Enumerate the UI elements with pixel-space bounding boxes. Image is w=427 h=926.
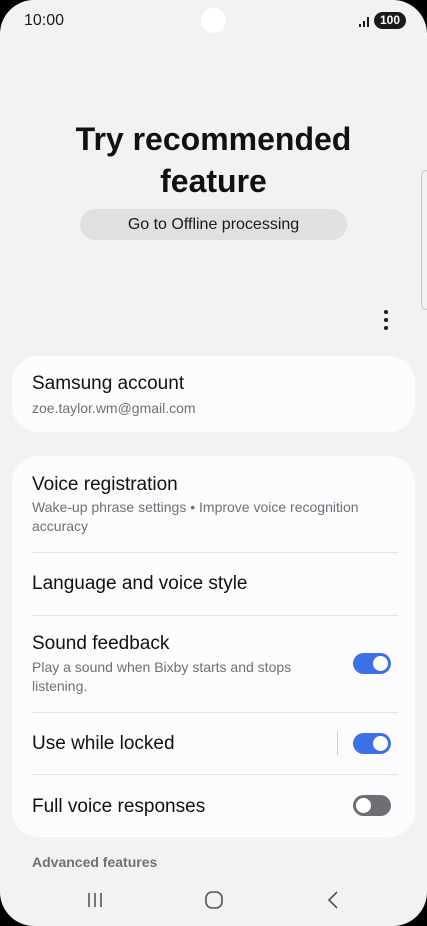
home-icon[interactable] xyxy=(202,888,226,912)
use-while-locked-row[interactable]: Use while locked xyxy=(12,713,415,774)
status-time: 10:00 xyxy=(24,12,65,29)
battery-indicator: 100 xyxy=(374,12,406,29)
promo-title: Try recommended feature xyxy=(75,121,352,199)
edge-panel-handle[interactable] xyxy=(421,170,427,310)
advanced-features-label: Advanced features xyxy=(32,854,158,870)
voice-registration-row[interactable]: Voice registration Wake-up phrase settin… xyxy=(12,456,415,552)
settings-card: Voice registration Wake-up phrase settin… xyxy=(12,456,415,837)
language-row[interactable]: Language and voice style xyxy=(12,553,415,615)
use-while-locked-toggle[interactable] xyxy=(353,733,391,754)
samsung-account-card[interactable]: Samsung account zoe.taylor.wm@gmail.com xyxy=(12,356,415,432)
toggle-knob xyxy=(356,798,371,813)
account-email: zoe.taylor.wm@gmail.com xyxy=(32,400,196,416)
language-title: Language and voice style xyxy=(32,573,248,594)
voice-registration-title: Voice registration xyxy=(32,474,178,495)
toggle-separator xyxy=(337,731,338,755)
full-voice-responses-toggle[interactable] xyxy=(353,795,391,816)
recents-icon[interactable] xyxy=(83,888,107,912)
full-voice-responses-row[interactable]: Full voice responses xyxy=(12,775,415,837)
front-camera xyxy=(201,8,226,33)
account-title: Samsung account xyxy=(32,373,185,394)
sound-feedback-title: Sound feedback xyxy=(32,633,170,654)
sound-feedback-subtitle: Play a sound when Bixby starts and stops… xyxy=(32,659,292,694)
full-voice-responses-title: Full voice responses xyxy=(32,796,206,817)
toggle-knob xyxy=(373,736,388,751)
use-while-locked-title: Use while locked xyxy=(32,733,175,754)
navigation-bar xyxy=(0,876,427,926)
sound-feedback-toggle[interactable] xyxy=(353,653,391,674)
status-bar: 10:00 100 xyxy=(0,0,427,44)
go-to-offline-processing-button[interactable]: Go to Offline processing xyxy=(80,209,347,240)
sound-feedback-row[interactable]: Sound feedback Play a sound when Bixby s… xyxy=(12,616,415,712)
signal-icon xyxy=(359,17,369,27)
screen: 10:00 100 Try recommended feature Go to … xyxy=(0,0,427,926)
more-options-icon[interactable] xyxy=(376,306,396,334)
voice-registration-subtitle: Wake-up phrase settings • Improve voice … xyxy=(32,499,359,534)
back-icon[interactable] xyxy=(322,888,346,912)
toggle-knob xyxy=(373,656,388,671)
